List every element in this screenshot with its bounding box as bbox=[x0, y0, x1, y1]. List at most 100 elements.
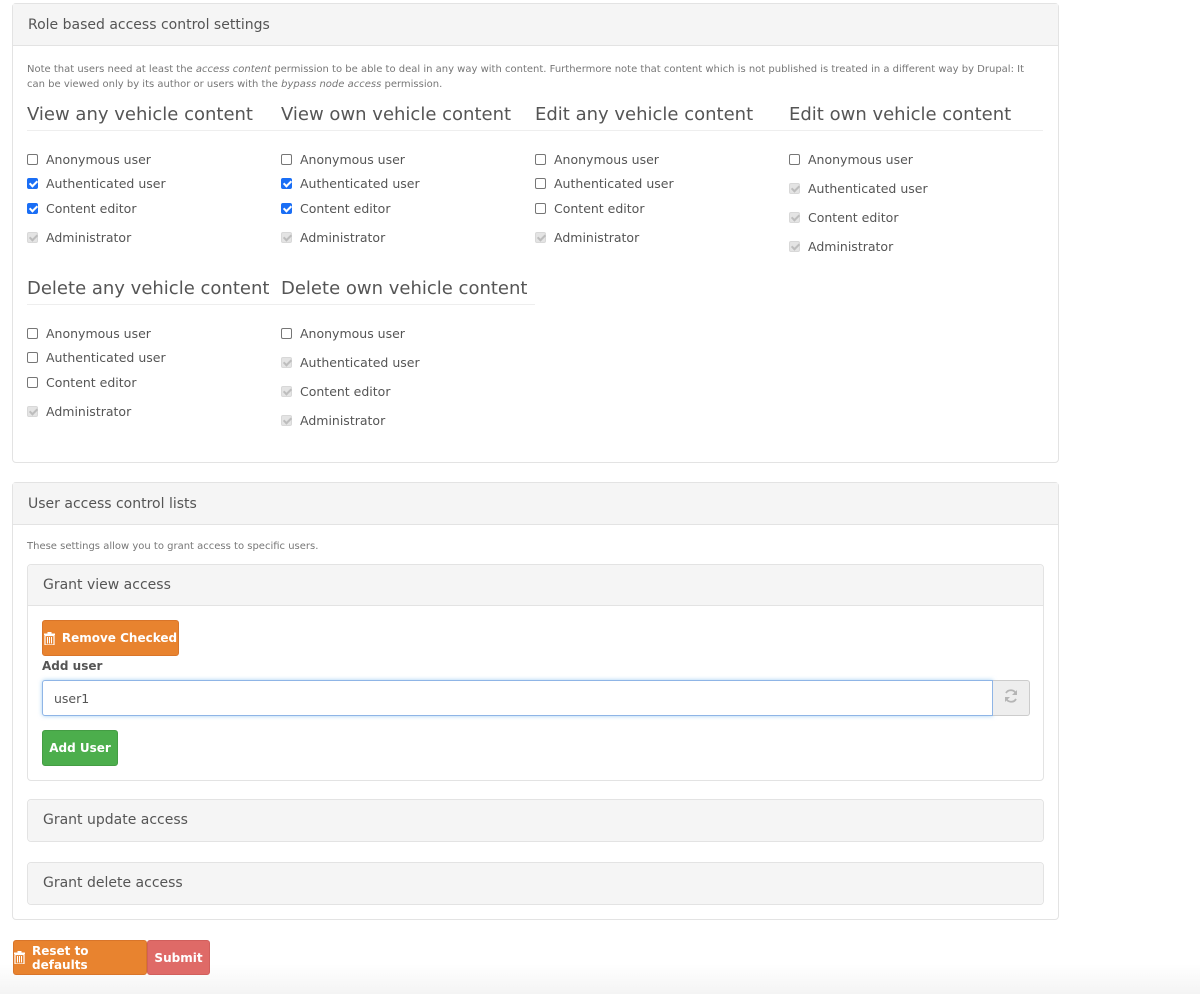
permission-checkbox-row[interactable]: Anonymous user bbox=[281, 326, 405, 341]
permission-checkbox-row[interactable]: Authenticated user bbox=[27, 176, 166, 191]
trash-icon bbox=[43, 631, 55, 646]
permission-checkbox-row[interactable]: Authenticated user bbox=[535, 176, 674, 191]
permission-group-title: Edit own vehicle content bbox=[789, 104, 1043, 131]
grant-view-access-title[interactable]: Grant view access bbox=[28, 565, 1043, 606]
add-user-input[interactable] bbox=[42, 680, 993, 716]
permission-checkbox-row[interactable]: Anonymous user bbox=[535, 152, 659, 167]
permission-checkbox-row[interactable]: Content editor bbox=[281, 201, 390, 216]
permission-checkbox-label: Content editor bbox=[46, 200, 137, 216]
permission-checkbox[interactable] bbox=[27, 376, 38, 388]
permission-checkbox[interactable] bbox=[27, 154, 38, 165]
permission-checkbox-label: Authenticated user bbox=[46, 350, 166, 366]
permission-checkbox bbox=[789, 241, 800, 253]
permission-checkbox-label: Authenticated user bbox=[46, 176, 166, 192]
note-text: Note that users need at least the bbox=[27, 64, 196, 75]
permission-checkbox[interactable] bbox=[535, 202, 546, 214]
permission-checkbox-row[interactable]: Anonymous user bbox=[27, 152, 151, 167]
permission-group-title: Delete any vehicle content bbox=[27, 278, 281, 305]
remove-checked-label: Remove Checked bbox=[61, 631, 178, 645]
permission-checkbox-label: Administrator bbox=[808, 239, 894, 255]
permission-group: View any vehicle content Anonymous user Au… bbox=[27, 104, 281, 274]
grant-update-access-panel: Grant update access bbox=[27, 799, 1044, 842]
user-access-panel-title: User access control lists bbox=[13, 483, 1058, 525]
permission-checkbox bbox=[27, 231, 38, 243]
permission-checkbox-label: Anonymous user bbox=[300, 152, 405, 167]
permission-checkbox bbox=[535, 231, 546, 243]
permission-checkbox-label: Administrator bbox=[554, 229, 640, 245]
permission-checkbox[interactable] bbox=[281, 202, 292, 214]
permission-checkbox-row[interactable]: Content editor bbox=[27, 375, 136, 390]
permission-checkbox-row[interactable]: Anonymous user bbox=[27, 326, 151, 341]
refresh-icon bbox=[1003, 688, 1019, 708]
grant-update-access-title[interactable]: Grant update access bbox=[28, 800, 1043, 841]
permission-group: Delete own vehicle content Anonymous user… bbox=[281, 278, 535, 448]
permission-group: Edit own vehicle content Anonymous user Au… bbox=[789, 104, 1043, 274]
permission-checkbox[interactable] bbox=[27, 352, 38, 364]
permission-checkbox-row: Administrator bbox=[281, 413, 385, 428]
permission-checkbox[interactable] bbox=[535, 178, 546, 190]
permission-checkbox-label: Anonymous user bbox=[46, 326, 151, 341]
permission-checkbox-label: Content editor bbox=[300, 200, 391, 216]
permission-checkbox-row: Administrator bbox=[27, 404, 131, 419]
permission-checkbox[interactable] bbox=[281, 328, 292, 339]
permission-checkbox[interactable] bbox=[535, 154, 546, 165]
permission-checkbox bbox=[27, 405, 38, 417]
permission-group-title: Edit any vehicle content bbox=[535, 104, 789, 131]
permission-checkbox-label: Anonymous user bbox=[554, 152, 659, 167]
role-access-panel: Role based access control settings Note … bbox=[12, 3, 1059, 463]
reset-to-defaults-button[interactable]: Reset to defaults bbox=[13, 940, 147, 975]
permission-checkbox-label: Anonymous user bbox=[300, 326, 405, 341]
permission-checkbox-label: Authenticated user bbox=[300, 176, 420, 192]
permission-checkbox[interactable] bbox=[281, 178, 292, 190]
permission-checkbox bbox=[281, 415, 292, 427]
permission-checkbox-row: Administrator bbox=[281, 230, 385, 245]
role-access-panel-title: Role based access control settings bbox=[13, 4, 1058, 46]
permission-checkbox[interactable] bbox=[27, 202, 38, 214]
permission-group-title: View any vehicle content bbox=[27, 104, 281, 131]
remove-checked-button[interactable]: Remove Checked bbox=[42, 620, 179, 656]
permission-checkbox-row[interactable]: Authenticated user bbox=[281, 176, 420, 191]
permission-checkbox-row: Administrator bbox=[27, 230, 131, 245]
permission-checkbox-label: Authenticated user bbox=[300, 355, 420, 371]
permission-group-title: Delete own vehicle content bbox=[281, 278, 535, 305]
permission-checkbox bbox=[281, 386, 292, 398]
grant-delete-access-title[interactable]: Grant delete access bbox=[28, 863, 1043, 904]
user-access-panel: User access control lists These settings… bbox=[12, 482, 1059, 920]
permission-checkbox bbox=[789, 183, 800, 195]
permission-checkbox-row[interactable]: Anonymous user bbox=[789, 152, 913, 167]
permission-checkbox-label: Administrator bbox=[300, 229, 386, 245]
permission-checkbox[interactable] bbox=[27, 178, 38, 190]
add-user-button[interactable]: Add User bbox=[42, 730, 118, 766]
trash-icon bbox=[14, 951, 25, 965]
autocomplete-status-addon bbox=[993, 680, 1030, 716]
grant-delete-access-panel: Grant delete access bbox=[27, 862, 1044, 905]
permission-checkbox-row[interactable]: Anonymous user bbox=[281, 152, 405, 167]
permission-checkbox-label: Content editor bbox=[554, 200, 645, 216]
permission-checkbox-row: Authenticated user bbox=[281, 355, 420, 370]
submit-button[interactable]: Submit bbox=[147, 940, 210, 975]
permission-checkbox-label: Anonymous user bbox=[808, 152, 913, 167]
permission-checkbox-row: Content editor bbox=[281, 384, 390, 399]
permission-checkbox[interactable] bbox=[27, 328, 38, 339]
permission-checkbox-row: Administrator bbox=[535, 230, 639, 245]
permission-checkbox-row: Content editor bbox=[789, 210, 898, 225]
permission-group: View own vehicle content Anonymous user Au… bbox=[281, 104, 535, 274]
permission-checkbox-label: Anonymous user bbox=[46, 152, 151, 167]
permission-checkbox-row[interactable]: Content editor bbox=[27, 201, 136, 216]
user-access-note: These settings allow you to grant access… bbox=[27, 541, 319, 552]
permission-checkbox-label: Content editor bbox=[808, 210, 899, 226]
permission-checkbox-row[interactable]: Authenticated user bbox=[27, 350, 166, 365]
permission-checkbox bbox=[789, 212, 800, 224]
reset-to-defaults-label: Reset to defaults bbox=[32, 943, 89, 972]
grant-view-access-panel: Grant view access Remove Checked Add use… bbox=[27, 564, 1044, 781]
permission-checkbox-row: Authenticated user bbox=[789, 181, 928, 196]
note-emphasis-access-content: access content bbox=[195, 64, 272, 75]
permission-checkbox[interactable] bbox=[789, 154, 800, 165]
permission-checkbox-label: Content editor bbox=[300, 384, 391, 400]
permission-checkbox-row[interactable]: Content editor bbox=[535, 201, 644, 216]
permission-group-title: View own vehicle content bbox=[281, 104, 535, 131]
permission-checkbox bbox=[281, 231, 292, 243]
permission-checkbox[interactable] bbox=[281, 154, 292, 165]
permission-checkbox-label: Content editor bbox=[46, 374, 137, 390]
permission-checkbox-label: Administrator bbox=[46, 403, 132, 419]
